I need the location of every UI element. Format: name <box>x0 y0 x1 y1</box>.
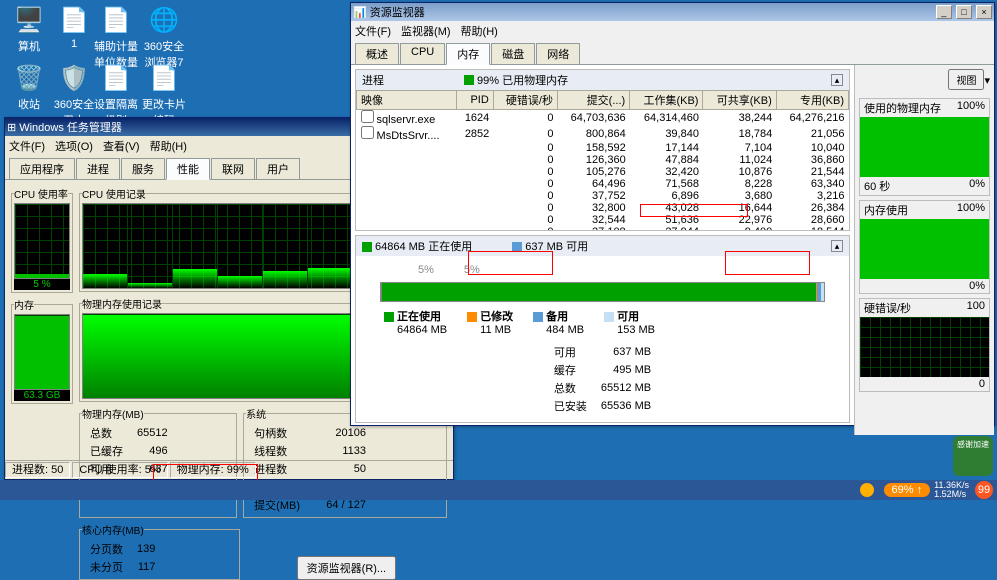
minimize-button[interactable]: _ <box>936 5 952 19</box>
table-row[interactable]: 032,54451,63622,97628,660 <box>357 214 849 226</box>
column-header[interactable]: 可共享(KB) <box>703 91 776 110</box>
memory-bar <box>380 282 825 302</box>
column-header[interactable]: 工作集(KB) <box>630 91 703 110</box>
menu-item[interactable]: 帮助(H) <box>150 141 187 153</box>
dropdown-icon[interactable]: ▾ <box>984 75 990 87</box>
menu-item[interactable]: 查看(V) <box>103 141 140 153</box>
column-header[interactable]: 映像 <box>357 91 457 110</box>
tab-进程[interactable]: 进程 <box>76 158 120 179</box>
row-checkbox[interactable] <box>361 126 374 139</box>
menu-item[interactable]: 帮助(H) <box>461 26 498 38</box>
table-row[interactable]: MsDtsSrvr....28520800,86439,84018,78421,… <box>357 126 849 142</box>
menu-item[interactable]: 选项(O) <box>55 141 93 153</box>
maximize-button[interactable]: □ <box>956 5 972 19</box>
tab-性能[interactable]: 性能 <box>166 158 210 180</box>
desktop-icon[interactable]: 🖥️算机 <box>5 4 53 54</box>
tab-联网[interactable]: 联网 <box>211 158 255 179</box>
tray-icon[interactable] <box>860 483 874 497</box>
collapse-icon[interactable]: ▴ <box>831 74 843 86</box>
side-chart: 内存使用100%0% <box>859 200 990 294</box>
process-subtitle: 99% 已用物理内存 <box>477 72 568 88</box>
legend-item: 可用153 MB <box>604 308 655 336</box>
table-row[interactable]: 0126,36047,88411,02436,860 <box>357 154 849 166</box>
table-row[interactable]: 037,7526,8963,6803,216 <box>357 190 849 202</box>
side-chart: 使用的物理内存100%60 秒0% <box>859 98 990 196</box>
annotation-box <box>725 251 810 275</box>
tab-应用程序[interactable]: 应用程序 <box>9 158 75 179</box>
tab-服务[interactable]: 服务 <box>121 158 165 179</box>
process-table[interactable]: 映像PID硬错误/秒提交(...)工作集(KB)可共享(KB)专用(KB) sq… <box>356 90 849 230</box>
annotation-box <box>153 464 258 481</box>
rm-tabs: 概述CPU内存磁盘网络 <box>351 41 994 65</box>
tab-CPU[interactable]: CPU <box>400 43 445 64</box>
legend-item: 已修改11 MB <box>467 308 513 336</box>
taskbar[interactable]: 69% ↑ 11.36K/s 1.52M/s 99 <box>0 480 997 500</box>
memory-gauge <box>14 314 70 390</box>
cpu-usage-gauge <box>14 203 70 279</box>
view-button[interactable]: 视图 <box>948 69 984 90</box>
memory-value: 63.3 GB <box>14 390 70 401</box>
tab-概述[interactable]: 概述 <box>355 43 399 64</box>
legend-item: 正在使用64864 MB <box>384 308 447 336</box>
desktop-icon[interactable]: 🗑️收站 <box>5 62 53 112</box>
side-chart: 硬错误/秒1000 <box>859 298 990 392</box>
status-cell: 进程数: 50 <box>5 462 70 478</box>
phys-mem-title: 物理内存(MB) <box>82 406 144 421</box>
kernel-mem-title: 核心内存(MB) <box>82 522 144 537</box>
menu-item[interactable]: 文件(F) <box>9 141 45 153</box>
process-title: 进程 <box>362 72 384 88</box>
column-header[interactable]: 硬错误/秒 <box>493 91 557 110</box>
gadget-accelerate[interactable]: 感谢加速 <box>953 436 993 476</box>
row-checkbox[interactable] <box>361 110 374 123</box>
memory-label: 内存 <box>14 297 34 312</box>
cpu-badge[interactable]: 69% ↑ <box>884 483 931 497</box>
process-pane: 进程 99% 已用物理内存 ▴ 映像PID硬错误/秒提交(...)工作集(KB)… <box>355 69 850 231</box>
annotation-box <box>468 251 553 275</box>
resource-monitor-button[interactable]: 资源监视器(R)... <box>297 556 396 580</box>
table-row[interactable]: 0158,59217,1447,10410,040 <box>357 142 849 154</box>
annotation-box <box>640 204 748 217</box>
rm-menubar: 文件(F) 监视器(M) 帮助(H) <box>351 21 994 41</box>
cpu-usage-label: CPU 使用率 <box>14 186 68 201</box>
table-row[interactable]: 064,49671,5688,22863,340 <box>357 178 849 190</box>
cpu-usage-value: 5 % <box>14 279 70 290</box>
table-row[interactable]: 027,10827,9449,40018,544 <box>357 226 849 230</box>
desktop-icon[interactable]: 🌐360安全浏览器7 <box>140 4 188 70</box>
rm-titlebar[interactable]: 📊 资源监视器 _ □ × <box>351 3 994 21</box>
column-header[interactable]: 提交(...) <box>557 91 629 110</box>
tab-内存[interactable]: 内存 <box>446 43 490 65</box>
tab-磁盘[interactable]: 磁盘 <box>491 43 535 64</box>
menu-item[interactable]: 监视器(M) <box>401 26 451 38</box>
tab-用户[interactable]: 用户 <box>256 158 300 179</box>
legend-item: 备用484 MB <box>533 308 584 336</box>
tm-title: Windows 任务管理器 <box>16 119 394 135</box>
table-row[interactable]: 032,80043,02816,64426,384 <box>357 202 849 214</box>
close-button[interactable]: × <box>976 5 992 19</box>
rm-icon: 📊 <box>353 6 367 19</box>
cpu-history-label: CPU 使用记录 <box>82 186 146 201</box>
mem-history-label: 物理内存使用记录 <box>82 296 162 311</box>
system-title: 系统 <box>246 406 266 421</box>
menu-item[interactable]: 文件(F) <box>355 26 391 38</box>
notification-badge[interactable]: 99 <box>975 481 993 499</box>
desktop-icon[interactable]: 📄1 <box>50 4 98 50</box>
rm-title: 资源监视器 <box>367 4 935 20</box>
net-speed: 11.36K/s 1.52M/s <box>934 481 969 499</box>
collapse-icon[interactable]: ▴ <box>831 240 843 252</box>
column-header[interactable]: PID <box>456 91 493 110</box>
table-row[interactable]: sqlservr.exe1624064,703,63664,314,46038,… <box>357 110 849 127</box>
tab-网络[interactable]: 网络 <box>536 43 580 64</box>
app-icon: ⊞ <box>7 121 16 134</box>
table-row[interactable]: 0105,27632,42010,87621,544 <box>357 166 849 178</box>
column-header[interactable]: 专用(KB) <box>776 91 848 110</box>
